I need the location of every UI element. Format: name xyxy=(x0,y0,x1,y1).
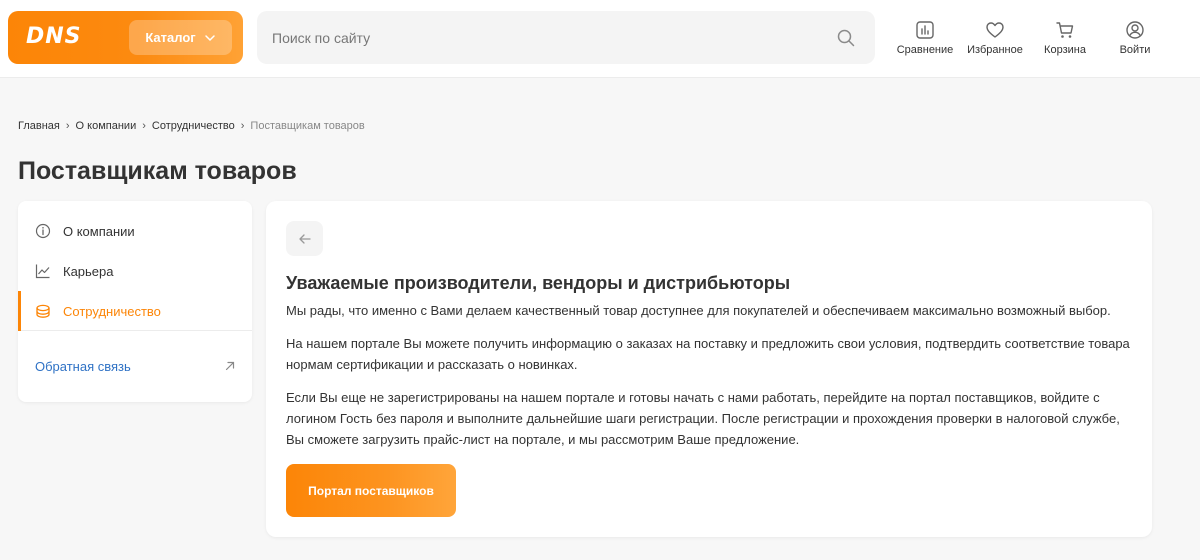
site-header: DNS Каталог Сравнение Избранное Корзина … xyxy=(0,0,1200,78)
heart-icon xyxy=(986,22,1004,38)
sidebar-item-career[interactable]: Карьера xyxy=(18,251,252,291)
sidebar-menu: О компании Карьера Сотрудничество xyxy=(18,201,252,331)
login-label: Войти xyxy=(1119,44,1151,56)
catalog-button[interactable]: Каталог xyxy=(129,20,232,55)
sidebar-item-label: Карьера xyxy=(63,263,114,279)
header-brand-block: DNS Каталог xyxy=(8,11,243,64)
header-actions: Сравнение Избранное Корзина Войти xyxy=(890,18,1170,62)
breadcrumb-home[interactable]: Главная xyxy=(18,120,60,132)
dns-logo[interactable]: DNS xyxy=(26,24,82,49)
favorites-label: Избранное xyxy=(967,44,1023,56)
sidebar-item-label: О компании xyxy=(63,223,135,239)
chevron-right-icon: › xyxy=(142,120,146,132)
chevron-right-icon: › xyxy=(240,120,245,132)
chevron-right-icon: › xyxy=(65,120,70,132)
login-button[interactable]: Войти xyxy=(1100,18,1170,62)
sidebar-item-cooperation[interactable]: Сотрудничество xyxy=(18,291,252,331)
arrow-left-icon xyxy=(298,233,311,244)
sidebar: О компании Карьера Сотрудничество Обратн… xyxy=(18,201,252,402)
search-bar xyxy=(257,11,875,64)
cart-label: Корзина xyxy=(1044,44,1086,56)
page-title: Поставщикам товаров xyxy=(18,157,297,185)
external-arrow-icon xyxy=(225,361,235,371)
trend-icon xyxy=(35,264,50,279)
catalog-button-label: Каталог xyxy=(145,30,196,45)
content-paragraph: Мы рады, что именно с Вами делаем качест… xyxy=(286,303,1111,318)
sidebar-item-about[interactable]: О компании xyxy=(18,211,252,251)
stack-icon xyxy=(36,304,50,318)
content-card: Уважаемые производители, вендоры и дистр… xyxy=(266,201,1152,537)
content-paragraph: На нашем портале Вы можете получить инфо… xyxy=(286,336,1130,372)
breadcrumb-cooperation[interactable]: Сотрудничество xyxy=(152,120,235,132)
user-icon xyxy=(1126,21,1144,39)
breadcrumb-about[interactable]: О компании xyxy=(76,120,137,132)
content-paragraph: Если Вы еще не зарегистрированы на нашем… xyxy=(286,390,1120,447)
chevron-down-icon xyxy=(204,34,215,41)
search-icon[interactable] xyxy=(837,29,855,47)
content-heading: Уважаемые производители, вендоры и дистр… xyxy=(286,273,791,293)
cart-icon xyxy=(1056,22,1074,38)
back-button[interactable] xyxy=(286,221,323,256)
supplier-portal-button[interactable]: Портал поставщиков xyxy=(286,464,456,517)
sidebar-item-label: Сотрудничество xyxy=(63,303,161,319)
cart-button[interactable]: Корзина xyxy=(1030,18,1100,62)
chart-icon xyxy=(916,21,934,39)
feedback-label: Обратная связь xyxy=(35,358,131,374)
breadcrumb: Главная › О компании › Сотрудничество › … xyxy=(18,120,365,132)
breadcrumb-current: Поставщикам товаров xyxy=(250,120,365,132)
compare-label: Сравнение xyxy=(896,44,954,56)
search-input[interactable] xyxy=(257,11,817,64)
info-icon xyxy=(35,223,51,239)
feedback-link[interactable]: Обратная связь xyxy=(18,331,252,401)
compare-button[interactable]: Сравнение xyxy=(890,18,960,62)
favorites-button[interactable]: Избранное xyxy=(960,18,1030,62)
